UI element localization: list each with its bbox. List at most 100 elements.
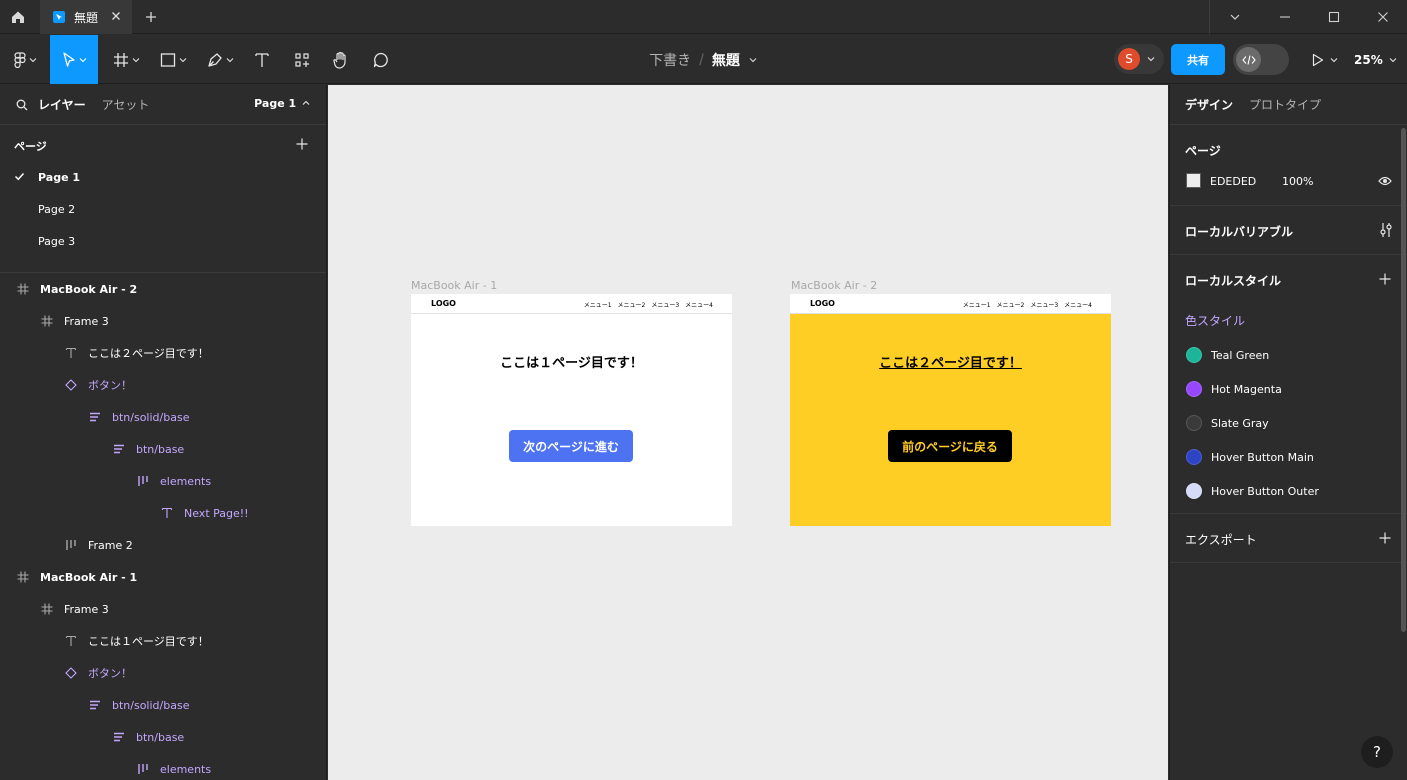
plus-icon[interactable] bbox=[1379, 273, 1391, 285]
close-window-button[interactable] bbox=[1360, 0, 1406, 34]
title-bar: 無題 bbox=[0, 0, 1407, 34]
right-panel: デザイン プロトタイプ ページ EDEDED 100% ローカルバリアブル ロー… bbox=[1169, 85, 1407, 780]
layer-row[interactable]: btn/solid/base bbox=[0, 689, 326, 721]
page-selector[interactable]: Page 1 bbox=[254, 97, 310, 110]
menu-item: メニュー2 bbox=[996, 302, 1025, 309]
menu-item: メニュー1 bbox=[583, 302, 612, 309]
frame-label-macbook-air-1[interactable]: MacBook Air - 1 bbox=[411, 279, 497, 292]
eye-icon[interactable] bbox=[1378, 175, 1392, 187]
shape-tool-button[interactable] bbox=[155, 35, 191, 84]
frame-tool-button[interactable] bbox=[108, 35, 144, 84]
local-variables-title: ローカルバリアブル bbox=[1185, 225, 1294, 239]
layer-row[interactable]: elements bbox=[0, 753, 326, 780]
autolayout-horizontal-icon bbox=[136, 474, 150, 488]
maximize-button[interactable] bbox=[1311, 0, 1357, 34]
color-style-item[interactable]: Hot Magenta bbox=[1170, 372, 1400, 406]
search-icon[interactable] bbox=[16, 99, 28, 111]
dev-mode-toggle[interactable] bbox=[1233, 44, 1289, 75]
chevron-down-icon[interactable] bbox=[748, 55, 758, 65]
layer-row[interactable]: ボタン！ bbox=[0, 657, 326, 689]
pen-tool-button[interactable] bbox=[202, 35, 238, 84]
page-heading: ここは１ページ目です！ bbox=[500, 356, 643, 371]
page-background-hex[interactable]: EDEDED bbox=[1210, 175, 1256, 188]
layer-row[interactable]: Next Page!! bbox=[0, 497, 326, 529]
frame-icon bbox=[40, 602, 54, 616]
layer-row[interactable]: MacBook Air - 2 bbox=[0, 273, 326, 305]
file-tab[interactable]: 無題 bbox=[40, 0, 132, 34]
layer-row[interactable]: Frame 2 bbox=[0, 529, 326, 561]
plus-icon[interactable] bbox=[1379, 532, 1391, 544]
breadcrumb-drafts[interactable]: 下書き bbox=[649, 50, 691, 70]
next-page-button[interactable]: 次のページに進む bbox=[509, 430, 633, 462]
tab-layers[interactable]: レイヤー bbox=[38, 96, 86, 113]
layer-row[interactable]: btn/base bbox=[0, 721, 326, 753]
layer-row[interactable]: Frame 3 bbox=[0, 593, 326, 625]
menu-item: メニュー4 bbox=[1064, 302, 1092, 309]
color-styles-title[interactable]: 色スタイル bbox=[1185, 312, 1245, 329]
code-icon bbox=[1236, 47, 1261, 72]
tab-prototype[interactable]: プロトタイプ bbox=[1249, 96, 1321, 113]
page-item-3[interactable]: Page 3 bbox=[0, 225, 326, 257]
color-style-item[interactable]: Hover Button Main bbox=[1170, 440, 1400, 474]
help-button[interactable]: ? bbox=[1361, 736, 1393, 768]
home-button[interactable] bbox=[0, 0, 36, 34]
page-item-label: Page 1 bbox=[38, 170, 81, 184]
color-style-item[interactable]: Hover Button Outer bbox=[1170, 474, 1400, 508]
share-button[interactable]: 共有 bbox=[1171, 44, 1225, 75]
page-item-label: Page 2 bbox=[38, 202, 76, 216]
text-tool-button[interactable] bbox=[248, 35, 276, 84]
comment-tool-button[interactable] bbox=[367, 35, 395, 84]
page-background-opacity[interactable]: 100% bbox=[1282, 175, 1313, 188]
canvas[interactable]: MacBook Air - 1 LOGO メニュー1 メニュー2 メニュー3 メ… bbox=[328, 85, 1168, 780]
page-item-1[interactable]: Page 1 bbox=[0, 161, 326, 193]
page-section: ページ EDEDED 100% bbox=[1170, 125, 1407, 206]
new-tab-button[interactable] bbox=[142, 8, 160, 26]
zoom-menu[interactable]: 25% bbox=[1354, 35, 1397, 84]
color-style-item[interactable]: Teal Green bbox=[1170, 338, 1400, 372]
tab-design[interactable]: デザイン bbox=[1185, 96, 1233, 113]
present-button[interactable] bbox=[1306, 35, 1344, 84]
export-title: エクスポート bbox=[1185, 533, 1257, 547]
autolayout-vertical-icon bbox=[112, 730, 126, 744]
hand-tool-button[interactable] bbox=[327, 35, 355, 84]
resources-tool-button[interactable] bbox=[288, 35, 316, 84]
main-menu-button[interactable] bbox=[8, 35, 42, 84]
layer-row[interactable]: MacBook Air - 1 bbox=[0, 561, 326, 593]
local-styles-title: ローカルスタイル bbox=[1185, 274, 1282, 288]
multiplayer-avatars[interactable]: S bbox=[1114, 44, 1164, 74]
file-title[interactable]: 無題 bbox=[712, 50, 740, 70]
dropdown-button[interactable] bbox=[1212, 0, 1258, 34]
minimize-button[interactable] bbox=[1262, 0, 1308, 34]
frame-macbook-air-2[interactable]: LOGO メニュー1 メニュー2 メニュー3 メニュー4 ここは２ページ目です！… bbox=[790, 294, 1111, 526]
layer-row[interactable]: btn/base bbox=[0, 433, 326, 465]
close-icon bbox=[1378, 12, 1388, 22]
layer-row[interactable]: ボタン！ bbox=[0, 369, 326, 401]
page-item-2[interactable]: Page 2 bbox=[0, 193, 326, 225]
export-section: エクスポート bbox=[1170, 514, 1407, 563]
layer-row[interactable]: elements bbox=[0, 465, 326, 497]
cursor-icon bbox=[62, 51, 75, 67]
layer-row[interactable]: btn/solid/base bbox=[0, 401, 326, 433]
frame-icon bbox=[113, 52, 128, 67]
frame-icon bbox=[16, 570, 30, 584]
menu-item: メニュー3 bbox=[1030, 302, 1059, 309]
logo-text: LOGO bbox=[431, 299, 456, 308]
layer-row[interactable]: ここは１ページ目です！ bbox=[0, 625, 326, 657]
close-tab-icon[interactable] bbox=[110, 10, 122, 22]
frame-macbook-air-1[interactable]: LOGO メニュー1 メニュー2 メニュー3 メニュー4 ここは１ページ目です！… bbox=[411, 294, 732, 526]
frame-label-macbook-air-2[interactable]: MacBook Air - 2 bbox=[791, 279, 877, 292]
comment-icon bbox=[373, 52, 388, 67]
move-tool-button[interactable] bbox=[50, 35, 98, 84]
right-panel-scrollbar[interactable] bbox=[1401, 128, 1406, 632]
page-background-swatch[interactable] bbox=[1186, 173, 1201, 188]
layer-row[interactable]: ここは２ページ目です！ bbox=[0, 337, 326, 369]
left-panel: レイヤー アセット Page 1 ページ Page 1 Page 2 Page … bbox=[0, 85, 327, 780]
color-style-item[interactable]: Slate Gray bbox=[1170, 406, 1400, 440]
sliders-icon[interactable] bbox=[1379, 222, 1393, 238]
tab-assets[interactable]: アセット bbox=[102, 96, 150, 113]
previous-page-button[interactable]: 前のページに戻る bbox=[888, 430, 1012, 462]
layer-row[interactable]: Frame 3 bbox=[0, 305, 326, 337]
menu-item: メニュー2 bbox=[617, 302, 646, 309]
add-page-button[interactable] bbox=[296, 138, 308, 153]
chevron-down-icon bbox=[1230, 14, 1240, 20]
